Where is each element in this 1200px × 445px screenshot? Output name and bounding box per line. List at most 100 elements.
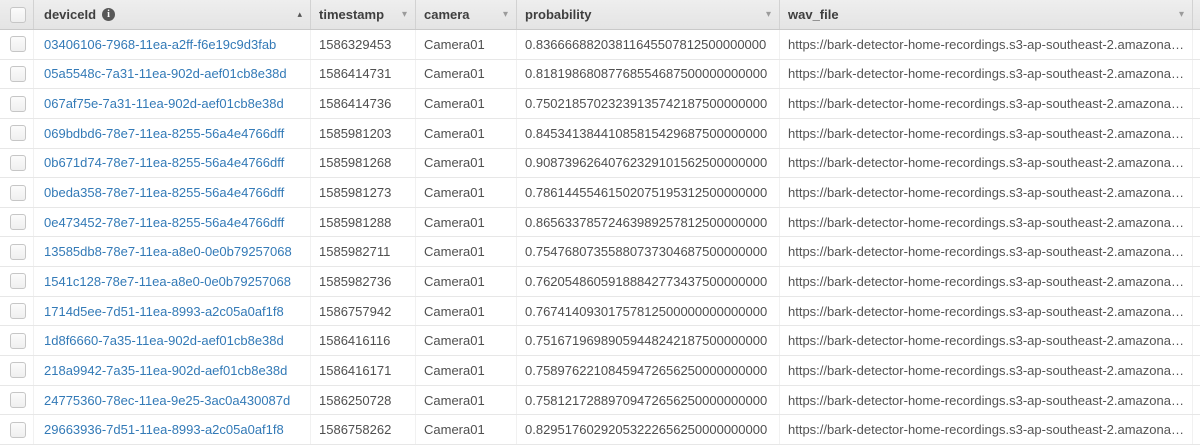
- camera-value: Camera01: [424, 36, 485, 52]
- items-table: deviceId i ▴ timestamp ▾ camera ▾ probab…: [0, 0, 1200, 445]
- column-header-wav-file[interactable]: wav_file ▾: [780, 0, 1193, 29]
- table-row: 13585db8-78e7-11ea-a8e0-0e0b79257068 158…: [0, 237, 1200, 268]
- timestamp-value: 1586416116: [319, 333, 391, 349]
- device-id-link[interactable]: 1d8f6660-7a35-11ea-902d-aef01cb8e38d: [44, 333, 284, 348]
- device-id-link[interactable]: 05a5548c-7a31-11ea-902d-aef01cb8e38d: [44, 66, 287, 81]
- camera-cell: Camera01: [416, 59, 517, 89]
- timestamp-cell: 1586250728: [311, 385, 416, 415]
- table-row: 0b671d74-78e7-11ea-8255-56a4e4766dff 158…: [0, 148, 1200, 179]
- row-filler: [1193, 208, 1200, 237]
- select-all-checkbox[interactable]: [10, 6, 26, 23]
- timestamp-value: 1586757942: [319, 303, 392, 319]
- chevron-down-icon[interactable]: ▾: [1179, 9, 1192, 20]
- device-id-cell: 05a5548c-7a31-11ea-902d-aef01cb8e38d: [34, 59, 311, 89]
- device-id-link[interactable]: 069bdbd6-78e7-11ea-8255-56a4e4766dff: [44, 126, 284, 141]
- device-id-link[interactable]: 218a9942-7a35-11ea-902d-aef01cb8e38d: [44, 363, 287, 378]
- column-header-camera[interactable]: camera ▾: [416, 0, 517, 29]
- timestamp-cell: 1585982711: [311, 237, 416, 267]
- row-checkbox[interactable]: [10, 154, 26, 171]
- row-checkbox[interactable]: [10, 125, 26, 142]
- probability-value: 0.84534138441085815429687500000000: [525, 125, 768, 141]
- column-header-timestamp[interactable]: timestamp ▾: [311, 0, 416, 29]
- row-filler: [1193, 386, 1200, 415]
- device-id-link[interactable]: 29663936-7d51-11ea-8993-a2c05a0af1f8: [44, 422, 284, 437]
- row-checkbox[interactable]: [10, 184, 26, 201]
- row-checkbox-cell: [0, 59, 34, 89]
- device-id-link[interactable]: 1541c128-78e7-11ea-a8e0-0e0b79257068: [44, 274, 291, 289]
- camera-cell: Camera01: [416, 207, 517, 237]
- wav-file-value: https://bark-detector-home-recordings.s3…: [788, 125, 1192, 141]
- row-checkbox[interactable]: [10, 303, 26, 320]
- row-checkbox[interactable]: [10, 36, 26, 53]
- row-checkbox[interactable]: [10, 214, 26, 231]
- row-checkbox[interactable]: [10, 65, 26, 82]
- info-icon[interactable]: i: [102, 8, 116, 21]
- column-header-deviceid[interactable]: deviceId i ▴: [34, 0, 311, 29]
- wav-file-cell: https://bark-detector-home-recordings.s3…: [780, 207, 1193, 237]
- row-checkbox[interactable]: [10, 95, 26, 112]
- wav-file-cell: https://bark-detector-home-recordings.s3…: [780, 356, 1193, 385]
- camera-cell: Camera01: [416, 30, 517, 59]
- probability-value: 0.76205486059188842773437500000000: [525, 273, 768, 289]
- device-id-cell: 067af75e-7a31-11ea-902d-aef01cb8e38d: [34, 89, 311, 118]
- timestamp-value: 1585981203: [319, 125, 392, 141]
- row-filler: [1193, 326, 1200, 355]
- row-checkbox[interactable]: [10, 392, 26, 408]
- probability-cell: 0.86563378572463989257812500000000: [517, 207, 780, 237]
- camera-value: Camera01: [424, 125, 485, 141]
- chevron-down-icon[interactable]: ▾: [766, 9, 779, 20]
- wav-file-cell: https://bark-detector-home-recordings.s3…: [780, 89, 1193, 118]
- row-checkbox[interactable]: [10, 273, 26, 290]
- row-checkbox[interactable]: [10, 362, 26, 379]
- row-checkbox[interactable]: [10, 421, 26, 438]
- camera-cell: Camera01: [416, 148, 517, 178]
- device-id-link[interactable]: 03406106-7968-11ea-a2ff-f6e19c9d3fab: [44, 37, 276, 52]
- chevron-down-icon[interactable]: ▾: [503, 9, 516, 20]
- probability-value: 0.90873962640762329101562500000000: [525, 155, 768, 171]
- wav-file-value: https://bark-detector-home-recordings.s3…: [788, 185, 1192, 201]
- row-checkbox[interactable]: [10, 332, 26, 349]
- timestamp-value: 1586250728: [319, 392, 392, 408]
- column-label-camera: camera: [424, 7, 470, 22]
- probability-value: 0.86563378572463989257812500000000: [525, 214, 768, 230]
- camera-cell: Camera01: [416, 415, 517, 444]
- device-id-cell: 0b671d74-78e7-11ea-8255-56a4e4766dff: [34, 148, 311, 178]
- device-id-link[interactable]: 0b671d74-78e7-11ea-8255-56a4e4766dff: [44, 155, 284, 170]
- device-id-link[interactable]: 24775360-78ec-11ea-9e25-3ac0a430087d: [44, 393, 290, 408]
- probability-cell: 0.83666688203811645507812500000000: [517, 30, 780, 59]
- table-row: 067af75e-7a31-11ea-902d-aef01cb8e38d 158…: [0, 89, 1200, 119]
- device-id-link[interactable]: 0beda358-78e7-11ea-8255-56a4e4766dff: [44, 185, 284, 200]
- wav-file-value: https://bark-detector-home-recordings.s3…: [788, 422, 1192, 438]
- device-id-link[interactable]: 0e473452-78e7-11ea-8255-56a4e4766dff: [44, 215, 284, 230]
- probability-value: 0.75167196989059448242187500000000: [525, 333, 768, 349]
- timestamp-cell: 1586414731: [311, 59, 416, 89]
- column-header-probability[interactable]: probability ▾: [517, 0, 780, 29]
- table-body: 03406106-7968-11ea-a2ff-f6e19c9d3fab 158…: [0, 30, 1200, 445]
- device-id-cell: 1541c128-78e7-11ea-a8e0-0e0b79257068: [34, 267, 311, 296]
- timestamp-value: 1586758262: [319, 422, 392, 438]
- row-checkbox[interactable]: [10, 243, 26, 260]
- row-checkbox-cell: [0, 237, 34, 267]
- timestamp-cell: 1586757942: [311, 296, 416, 326]
- probability-value: 0.76741409301757812500000000000000: [525, 303, 768, 319]
- camera-value: Camera01: [424, 214, 485, 230]
- device-id-link[interactable]: 067af75e-7a31-11ea-902d-aef01cb8e38d: [44, 96, 284, 111]
- row-filler: [1193, 356, 1200, 385]
- device-id-link[interactable]: 1714d5ee-7d51-11ea-8993-a2c05a0af1f8: [44, 304, 284, 319]
- camera-cell: Camera01: [416, 118, 517, 148]
- row-filler: [1193, 30, 1200, 59]
- camera-cell: Camera01: [416, 237, 517, 267]
- device-id-link[interactable]: 13585db8-78e7-11ea-a8e0-0e0b79257068: [44, 244, 292, 259]
- timestamp-value: 1586329453: [319, 36, 392, 52]
- chevron-down-icon[interactable]: ▾: [402, 9, 415, 20]
- table-row: 03406106-7968-11ea-a2ff-f6e19c9d3fab 158…: [0, 30, 1200, 60]
- device-id-cell: 03406106-7968-11ea-a2ff-f6e19c9d3fab: [34, 30, 311, 59]
- device-id-cell: 0e473452-78e7-11ea-8255-56a4e4766dff: [34, 207, 311, 237]
- probability-cell: 0.90873962640762329101562500000000: [517, 148, 780, 178]
- timestamp-cell: 1585981268: [311, 148, 416, 178]
- probability-value: 0.83666688203811645507812500000000: [525, 36, 767, 52]
- wav-file-cell: https://bark-detector-home-recordings.s3…: [780, 415, 1193, 444]
- probability-cell: 0.75812172889709472656250000000000: [517, 385, 780, 415]
- wav-file-value: https://bark-detector-home-recordings.s3…: [788, 244, 1192, 260]
- timestamp-cell: 1586416116: [311, 326, 416, 356]
